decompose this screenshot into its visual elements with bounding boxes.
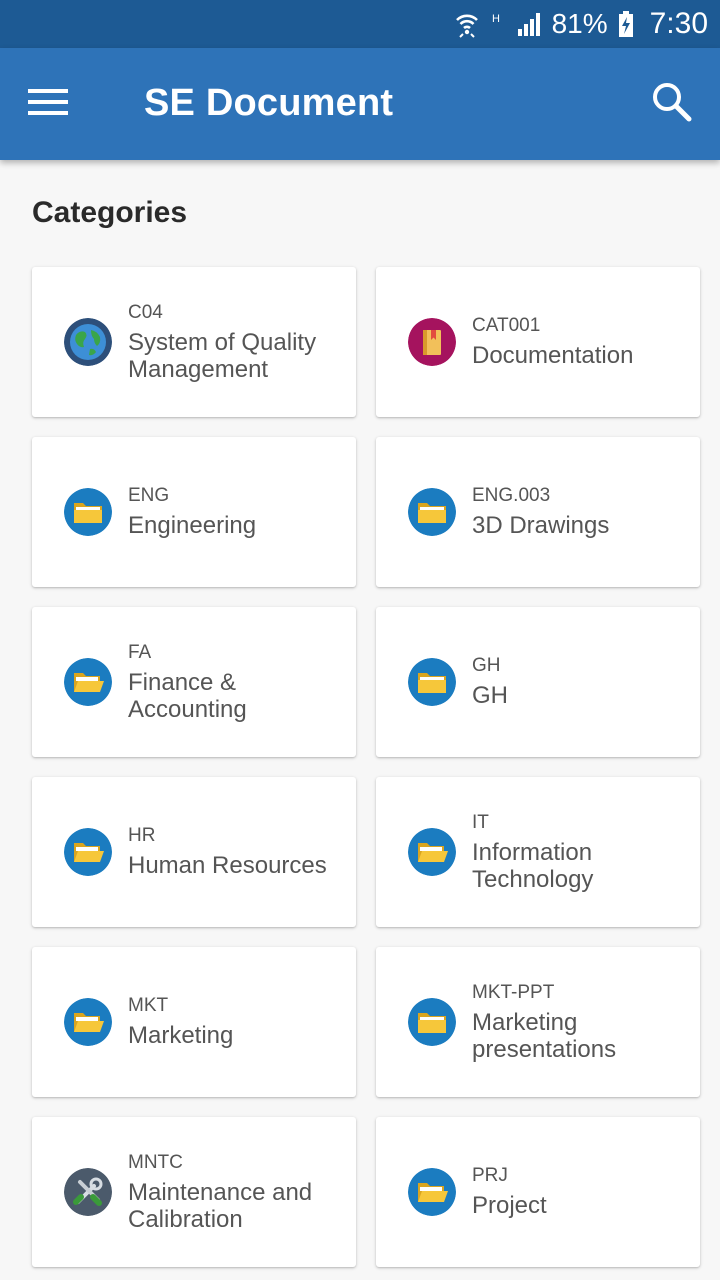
category-name-line: Documentation — [472, 342, 634, 369]
category-name: Maintenance and Calibration — [128, 1179, 312, 1233]
status-bar: H 81% 7:30 — [0, 0, 720, 48]
folder-open-icon — [64, 658, 112, 706]
category-name-line: Technology — [472, 865, 594, 893]
category-name-line: Calibration — [128, 1205, 243, 1233]
svg-text:H: H — [492, 13, 500, 25]
category-name-line: Maintenance and — [128, 1178, 313, 1206]
folder-icon — [64, 488, 112, 536]
category-card[interactable]: MKT-PPT Marketing presentations — [376, 947, 700, 1097]
menu-button[interactable] — [22, 78, 74, 130]
category-name: Engineering — [128, 512, 256, 539]
category-card[interactable]: ENG Engineering — [32, 437, 356, 587]
category-text: PRJ Project — [472, 1165, 547, 1219]
category-card[interactable]: CAT001 Documentation — [376, 267, 700, 417]
folder-open-icon — [64, 998, 112, 1046]
hplus-icon: H — [490, 10, 506, 38]
category-text: ENG Engineering — [128, 485, 256, 539]
category-name: GH — [472, 682, 508, 709]
battery-percent: 81% — [551, 8, 608, 39]
category-code: PRJ — [472, 1165, 508, 1186]
content-area: Categories C04 System of Quality Managemen… — [0, 160, 720, 1280]
category-text: CAT001 Documentation — [472, 315, 633, 369]
folder-icon — [408, 998, 456, 1046]
category-card[interactable]: HR Human Resources — [32, 777, 356, 927]
category-grid: C04 System of Quality Management CAT001 Docu… — [32, 267, 700, 1267]
category-text: HR Human Resources — [128, 825, 327, 879]
category-text: IT Information Technology — [472, 812, 593, 893]
category-code: CAT001 — [472, 315, 541, 336]
category-code: FA — [128, 641, 152, 663]
app-bar: SE Document — [0, 48, 720, 160]
book-icon — [408, 318, 456, 366]
category-card[interactable]: MNTC Maintenance and Calibration — [32, 1117, 356, 1267]
category-code: MKT — [128, 995, 169, 1016]
category-text: MKT-PPT Marketing presentations — [472, 982, 616, 1063]
category-card[interactable]: FA Finance & Accounting — [32, 607, 356, 757]
globe-icon — [64, 318, 112, 366]
category-name-line: Marketing — [472, 1008, 578, 1036]
category-card[interactable]: C04 System of Quality Management — [32, 267, 356, 417]
wifi-icon — [454, 10, 480, 38]
search-icon — [651, 81, 693, 128]
category-card[interactable]: MKT Marketing — [32, 947, 356, 1097]
section-title: Categories — [32, 196, 188, 229]
search-button[interactable] — [644, 76, 700, 132]
status-time: 7:30 — [649, 7, 708, 40]
category-text: MKT Marketing — [128, 995, 233, 1049]
category-code: MKT-PPT — [472, 981, 555, 1003]
category-name-line: Engineering — [128, 512, 257, 539]
category-card[interactable]: GH GH — [376, 607, 700, 757]
category-text: GH GH — [472, 655, 508, 709]
category-name: Marketing — [128, 1022, 233, 1049]
folder-icon — [408, 488, 456, 536]
category-card[interactable]: IT Information Technology — [376, 777, 700, 927]
category-text: C04 System of Quality Management — [128, 302, 316, 383]
category-name: Project — [472, 1192, 547, 1219]
category-card[interactable]: PRJ Project — [376, 1117, 700, 1267]
folder-icon — [408, 658, 456, 706]
folder-open-icon — [64, 828, 112, 876]
folder-open-icon — [408, 1168, 456, 1216]
category-name: System of Quality Management — [128, 329, 316, 383]
category-code: ENG.003 — [472, 485, 551, 506]
category-name-line: GH — [472, 682, 508, 709]
hamburger-icon — [28, 87, 68, 122]
category-name: 3D Drawings — [472, 512, 609, 539]
category-name: Human Resources — [128, 852, 327, 879]
category-name-line: Human Resources — [128, 852, 327, 879]
category-code: HR — [128, 825, 156, 846]
category-code: C04 — [128, 301, 163, 323]
category-text: MNTC Maintenance and Calibration — [128, 1152, 312, 1233]
signal-icon — [516, 11, 542, 37]
app-title: SE Document — [144, 82, 394, 124]
category-name-line: Project — [472, 1192, 547, 1219]
category-code: MNTC — [128, 1151, 183, 1173]
category-code: ENG — [128, 485, 170, 506]
category-text: FA Finance & Accounting — [128, 642, 247, 723]
category-name-line: presentations — [472, 1035, 617, 1063]
category-name-line: Information — [472, 838, 593, 866]
category-name: Marketing presentations — [472, 1009, 616, 1063]
category-name-line: Finance & — [128, 668, 237, 696]
category-text: ENG.003 3D Drawings — [472, 485, 609, 539]
category-name: Information Technology — [472, 839, 593, 893]
battery-charging-icon — [618, 10, 634, 38]
category-name-line: Management — [128, 355, 269, 383]
category-card[interactable]: ENG.003 3D Drawings — [376, 437, 700, 587]
category-code: GH — [472, 655, 501, 676]
category-name: Finance & Accounting — [128, 669, 247, 723]
tools-icon — [64, 1168, 112, 1216]
category-name-line: System of Quality — [128, 328, 317, 356]
category-name-line: Accounting — [128, 695, 247, 723]
category-name: Documentation — [472, 342, 633, 369]
category-name-line: Marketing — [128, 1022, 234, 1049]
category-name-line: 3D Drawings — [472, 512, 610, 539]
category-code: IT — [472, 811, 489, 833]
folder-open-icon — [408, 828, 456, 876]
